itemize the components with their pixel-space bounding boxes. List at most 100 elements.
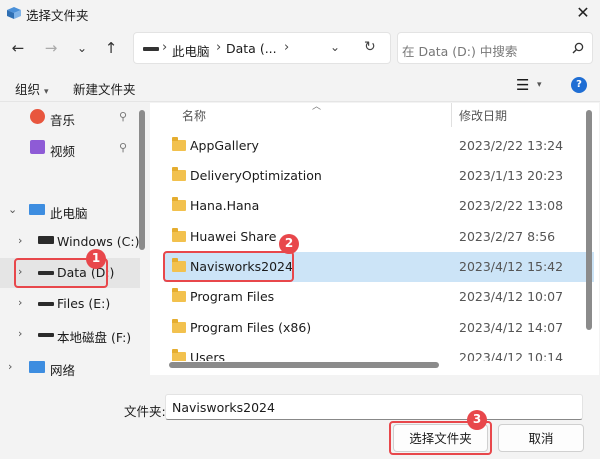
- file-name: Huawei Share: [190, 229, 277, 244]
- file-date: 2023/2/22 13:24: [459, 138, 564, 153]
- folder-name-input[interactable]: Navisworks2024: [165, 394, 583, 420]
- file-name: Hana.Hana: [190, 198, 260, 213]
- search-box[interactable]: 在 Data (D:) 中搜索: [397, 32, 593, 64]
- drive-icon: [143, 47, 159, 51]
- chevron-right-icon[interactable]: ›: [8, 360, 12, 373]
- folder-icon: [172, 228, 186, 242]
- nav-label: Files (E:): [57, 296, 111, 311]
- table-row[interactable]: Program Files (x86) 2023/4/12 14:07: [164, 313, 594, 343]
- computer-icon: [29, 204, 45, 215]
- file-name: Program Files (x86): [190, 320, 312, 335]
- search-placeholder: 在 Data (D:) 中搜索: [402, 44, 518, 59]
- annotation-badge: 3: [467, 410, 487, 430]
- file-date: 2023/4/12 14:07: [459, 320, 564, 335]
- chevron-right-icon: ›: [162, 40, 168, 55]
- folder-name-value: Navisworks2024: [172, 400, 275, 415]
- help-icon[interactable]: ?: [571, 77, 587, 93]
- nav-label: 此电脑: [50, 206, 88, 221]
- table-row[interactable]: AppGallery 2023/2/22 13:24: [164, 131, 594, 161]
- horizontal-scrollbar[interactable]: [169, 362, 439, 368]
- organize-menu[interactable]: 组织 ▾: [15, 79, 49, 98]
- folder-icon: [172, 288, 186, 302]
- file-name: Users: [190, 350, 226, 361]
- view-chevron-icon[interactable]: ▾: [537, 80, 542, 90]
- table-row[interactable]: Program Files 2023/4/12 10:07: [164, 282, 594, 312]
- close-icon[interactable]: ✕: [570, 2, 596, 24]
- breadcrumb-data-drive[interactable]: Data (...: [226, 41, 277, 56]
- file-date: 2023/4/12 10:14: [459, 350, 564, 361]
- file-name: Program Files: [190, 289, 275, 304]
- folder-icon: [172, 319, 186, 333]
- column-header-name[interactable]: 名称: [182, 107, 206, 124]
- file-date: 2023/2/22 13:08: [459, 198, 564, 213]
- folder-icon: [172, 197, 186, 211]
- recent-locations-chevron-icon[interactable]: ⌄: [71, 37, 93, 59]
- cancel-button[interactable]: 取消: [498, 424, 584, 452]
- refresh-icon[interactable]: ↻: [364, 39, 376, 55]
- folder-label: 文件夹:: [124, 404, 166, 419]
- up-arrow-icon[interactable]: ↑: [100, 37, 122, 59]
- drive-icon: [38, 333, 54, 337]
- nav-scrollbar[interactable]: [139, 110, 145, 250]
- address-bar[interactable]: › 此电脑 › Data (... › ⌄ ↻: [133, 32, 391, 64]
- app-icon: [7, 7, 21, 19]
- file-name: AppGallery: [190, 138, 259, 153]
- column-divider[interactable]: [451, 103, 452, 127]
- nav-item-this-pc[interactable]: ⌄ 此电脑: [0, 196, 140, 226]
- search-icon[interactable]: [572, 42, 584, 54]
- table-row[interactable]: Hana.Hana 2023/2/22 13:08: [164, 191, 594, 221]
- nav-item-drive-e[interactable]: › Files (E:): [0, 289, 140, 319]
- table-row[interactable]: Users 2023/4/12 10:14: [164, 343, 594, 361]
- drive-icon: [38, 302, 54, 306]
- nav-label: Windows (C:): [57, 234, 140, 249]
- file-name: DeliveryOptimization: [190, 168, 322, 183]
- nav-item-network[interactable]: › 网络: [0, 353, 140, 383]
- table-row[interactable]: Huawei Share 2023/2/27 8:56: [164, 222, 594, 252]
- table-row[interactable]: DeliveryOptimization 2023/1/13 20:23: [164, 161, 594, 191]
- chevron-right-icon[interactable]: ›: [18, 234, 22, 247]
- windows-drive-icon: [38, 236, 54, 244]
- chevron-right-icon: ›: [284, 40, 290, 55]
- nav-item-videos[interactable]: 视频 ⚲: [0, 134, 140, 164]
- chevron-right-icon[interactable]: ›: [18, 327, 22, 340]
- chevron-down-icon[interactable]: ⌄: [8, 203, 17, 216]
- nav-item-music[interactable]: 音乐 ⚲: [0, 103, 140, 133]
- new-folder-button[interactable]: 新建文件夹: [73, 79, 136, 98]
- column-header-date[interactable]: 修改日期: [459, 107, 507, 124]
- window-title: 选择文件夹: [26, 8, 89, 23]
- annotation-highlight-folder: [163, 251, 294, 282]
- file-date: 2023/4/12 10:07: [459, 289, 564, 304]
- network-icon: [29, 361, 45, 373]
- folder-icon: [172, 167, 186, 181]
- file-date: 2023/1/13 20:23: [459, 168, 564, 183]
- nav-label: 网络: [50, 363, 76, 378]
- navigation-pane: 音乐 ⚲ 视频 ⚲ ⌄ 此电脑 › Windows (C:) › Data (D…: [0, 103, 148, 386]
- breadcrumb-this-pc[interactable]: 此电脑: [172, 41, 210, 60]
- file-date: 2023/4/12 15:42: [459, 259, 564, 274]
- folder-icon: [172, 349, 186, 361]
- annotation-badge: 1: [86, 249, 106, 269]
- file-list: ︿ 名称 修改日期 AppGallery 2023/2/22 13:24 Del…: [150, 102, 599, 375]
- nav-item-drive-c[interactable]: › Windows (C:): [0, 227, 140, 257]
- address-dropdown-chevron-icon[interactable]: ⌄: [330, 40, 340, 54]
- pin-icon[interactable]: ⚲: [119, 141, 127, 154]
- folder-icon: [172, 137, 186, 151]
- nav-label: 音乐: [50, 113, 76, 128]
- back-arrow-icon[interactable]: ←: [7, 37, 29, 59]
- chevron-right-icon[interactable]: ›: [18, 296, 22, 309]
- title-bar: 选择文件夹 ✕: [0, 0, 600, 28]
- view-options-icon[interactable]: ☰: [516, 76, 529, 94]
- file-date: 2023/2/27 8:56: [459, 229, 556, 244]
- nav-label: 本地磁盘 (F:): [57, 330, 132, 345]
- music-icon: [30, 109, 45, 124]
- nav-label: 视频: [50, 144, 76, 159]
- annotation-badge: 2: [279, 234, 299, 254]
- video-icon: [30, 140, 45, 154]
- chevron-right-icon: ›: [216, 40, 222, 55]
- pin-icon[interactable]: ⚲: [119, 110, 127, 123]
- vertical-scrollbar[interactable]: [586, 110, 592, 330]
- command-bar: 组织 ▾ 新建文件夹 ☰ ▾ ?: [0, 70, 600, 102]
- sort-ascending-icon: ︿: [312, 102, 322, 112]
- forward-arrow-icon[interactable]: →: [40, 37, 62, 59]
- nav-item-drive-f[interactable]: › 本地磁盘 (F:): [0, 320, 140, 350]
